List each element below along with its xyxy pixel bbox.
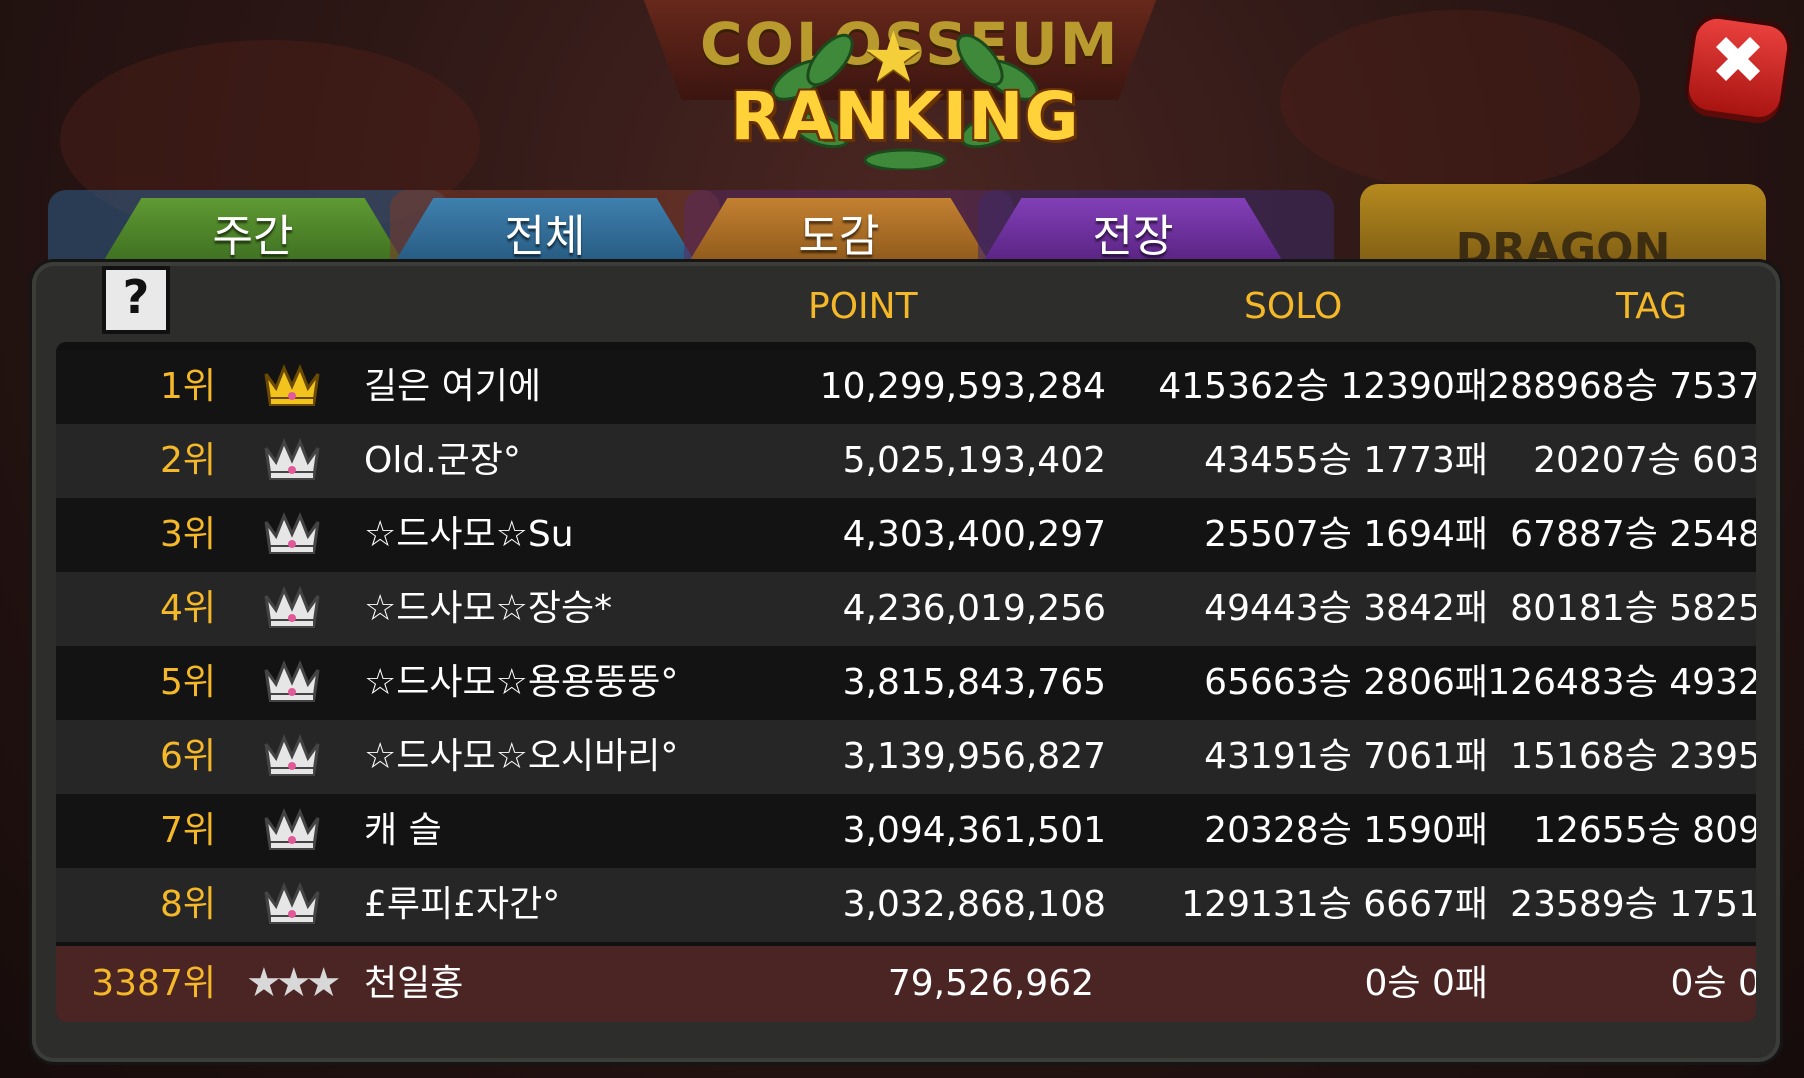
silver-crown-icon bbox=[262, 658, 322, 704]
ranking-table: 1위 길은 여기에 10,299,593,284 415362승 12390패 2889… bbox=[56, 342, 1756, 1022]
player-name: 캐 슬 bbox=[364, 810, 442, 851]
page-title: RANKING bbox=[730, 78, 1080, 155]
points: 3,139,956,827 bbox=[842, 736, 1106, 777]
table-row[interactable]: 4위 ☆드사모☆장승* 4,236,019,256 49443승 3842패 80181… bbox=[56, 572, 1756, 646]
rank: 7위 bbox=[159, 810, 216, 851]
solo-record: 415362승 12390패 bbox=[1158, 366, 1488, 407]
table-row[interactable]: 6위 ☆드사모☆오시바리° 3,139,956,827 43191승 7061패 151… bbox=[56, 720, 1756, 794]
rank: 8위 bbox=[159, 884, 216, 925]
question-icon: ? bbox=[122, 270, 150, 324]
tag-record: 15168승 2395패 bbox=[1510, 736, 1756, 777]
tag-record: 288968승 7537패 bbox=[1487, 366, 1756, 407]
table-row[interactable]: 2위 Old.군장° 5,025,193,402 43455승 1773패 20207승… bbox=[56, 424, 1756, 498]
points: 3,094,361,501 bbox=[842, 810, 1106, 851]
player-name: ☆드사모☆Su bbox=[364, 514, 574, 555]
rank: 3위 bbox=[159, 514, 216, 555]
help-button[interactable]: ? bbox=[102, 266, 170, 334]
tab-label: 도감 bbox=[798, 211, 880, 262]
solo-record: 129131승 6667패 bbox=[1181, 884, 1488, 925]
tag-record: 126483승 4932패 bbox=[1487, 662, 1756, 703]
rank: 2위 bbox=[159, 440, 216, 481]
column-header-point: POINT bbox=[808, 286, 918, 327]
gold-crown-icon bbox=[262, 362, 322, 408]
points: 5,025,193,402 bbox=[842, 440, 1106, 481]
tab-collection[interactable]: 도감 bbox=[684, 190, 1014, 270]
silver-crown-icon bbox=[262, 436, 322, 482]
tag-record: 23589승 1751패 bbox=[1510, 884, 1756, 925]
silver-crown-icon bbox=[262, 732, 322, 778]
tab-weekly[interactable]: 주간 bbox=[48, 190, 448, 270]
player-name: ☆드사모☆장승* bbox=[364, 588, 613, 629]
rank: 6위 bbox=[159, 736, 216, 777]
rank: 3387위 bbox=[91, 963, 216, 1004]
silver-crown-icon bbox=[262, 510, 322, 556]
solo-record: 65663승 2806패 bbox=[1204, 662, 1488, 703]
tab-label: 전체 bbox=[504, 211, 586, 262]
background-decoration bbox=[1280, 10, 1640, 190]
table-row[interactable]: 3위 ☆드사모☆Su 4,303,400,297 25507승 1694패 67887승… bbox=[56, 498, 1756, 572]
solo-record: 43455승 1773패 bbox=[1204, 440, 1488, 481]
player-name: ☆드사모☆용용뚱뚱° bbox=[364, 662, 679, 703]
tab-dragon[interactable]: DRAGON bbox=[1360, 184, 1766, 275]
solo-record: 20328승 1590패 bbox=[1204, 810, 1488, 851]
solo-record: 25507승 1694패 bbox=[1204, 514, 1488, 555]
column-header-tag: TAG bbox=[1616, 286, 1688, 327]
rank: 5위 bbox=[159, 662, 216, 703]
tag-record: 0승 0패 bbox=[1670, 963, 1757, 1004]
points: 3,815,843,765 bbox=[842, 662, 1106, 703]
column-header-solo: SOLO bbox=[1244, 286, 1343, 327]
tag-record: 12655승 809패 bbox=[1533, 810, 1756, 851]
tab-battlefield[interactable]: 전장 bbox=[978, 190, 1334, 270]
points: 79,526,962 bbox=[887, 963, 1094, 1004]
points: 4,236,019,256 bbox=[842, 588, 1106, 629]
tag-record: 67887승 2548패 bbox=[1510, 514, 1756, 555]
table-row[interactable]: 5위 ☆드사모☆용용뚱뚱° 3,815,843,765 65663승 2806패 126… bbox=[56, 646, 1756, 720]
table-row[interactable]: 8위 £루피£자간° 3,032,868,108 129131승 6667패 23589… bbox=[56, 868, 1756, 942]
points: 4,303,400,297 bbox=[842, 514, 1106, 555]
tag-record: 20207승 603패 bbox=[1533, 440, 1756, 481]
three-stars-icon: ★★★ bbox=[246, 960, 342, 1006]
table-row[interactable]: 1위 길은 여기에 10,299,593,284 415362승 12390패 2889… bbox=[56, 350, 1756, 424]
silver-crown-icon bbox=[262, 806, 322, 852]
silver-crown-icon bbox=[262, 880, 322, 926]
close-icon: ✖ bbox=[1710, 22, 1766, 99]
player-name: 천일홍 bbox=[364, 963, 464, 1004]
player-name: Old.군장° bbox=[364, 440, 521, 481]
tab-label: 전장 bbox=[1092, 211, 1174, 262]
points: 3,032,868,108 bbox=[842, 884, 1106, 925]
solo-record: 49443승 3842패 bbox=[1204, 588, 1488, 629]
rank: 1위 bbox=[159, 366, 216, 407]
points: 10,299,593,284 bbox=[819, 366, 1106, 407]
player-name: ☆드사모☆오시바리° bbox=[364, 736, 679, 777]
tab-all[interactable]: 전체 bbox=[390, 190, 720, 270]
solo-record: 43191승 7061패 bbox=[1204, 736, 1488, 777]
close-button[interactable]: ✖ bbox=[1686, 16, 1790, 120]
table-row[interactable]: 7위 캐 슬 3,094,361,501 20328승 1590패 12655승 809… bbox=[56, 794, 1756, 868]
solo-record: 0승 0패 bbox=[1364, 963, 1489, 1004]
player-name: 길은 여기에 bbox=[364, 366, 542, 407]
player-name: £루피£자간° bbox=[364, 884, 561, 925]
tag-record: 80181승 5825패 bbox=[1510, 588, 1756, 629]
my-ranking-row[interactable]: 3387위 ★★★ 천일홍 79,526,962 0승 0패 0승 0패 bbox=[56, 946, 1756, 1022]
tab-label: 주간 bbox=[212, 211, 294, 262]
silver-crown-icon bbox=[262, 584, 322, 630]
rank: 4위 bbox=[159, 588, 216, 629]
